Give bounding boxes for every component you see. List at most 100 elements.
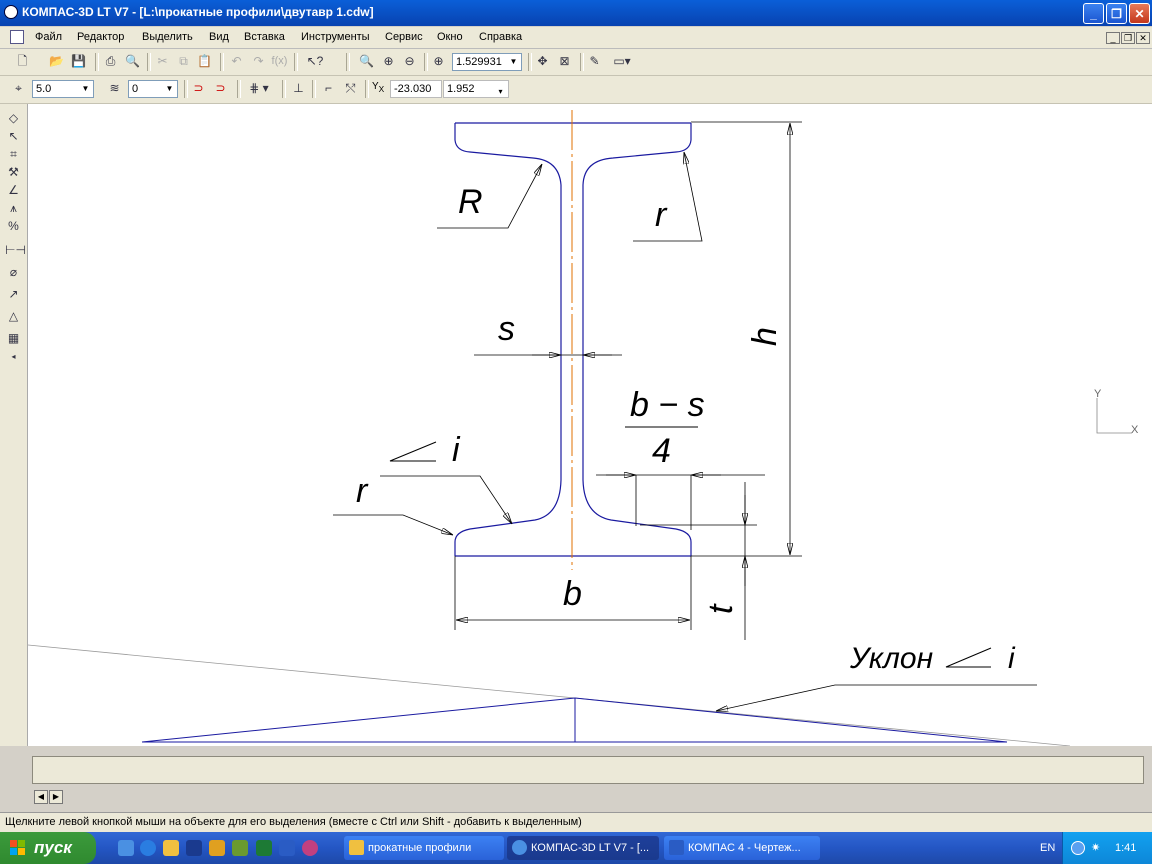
mdi-close-button[interactable]: ✕ bbox=[1136, 32, 1150, 44]
tray-app-icon[interactable]: ✷ bbox=[1091, 841, 1107, 855]
menu-help[interactable]: Справка bbox=[479, 31, 522, 43]
quicklaunch-ie-icon[interactable] bbox=[140, 840, 156, 856]
local-cs-icon[interactable]: ⊥ bbox=[290, 80, 307, 97]
axis-icon bbox=[1096, 398, 1132, 434]
edit-icon[interactable]: ⚒ bbox=[5, 164, 22, 181]
zoom-out-icon[interactable]: ⊖ bbox=[401, 53, 418, 70]
task-folder[interactable]: прокатные профили bbox=[344, 836, 504, 860]
menu-editor[interactable]: Редактор bbox=[77, 31, 124, 43]
dimensions-icon[interactable]: ⌗ bbox=[5, 146, 22, 163]
scroll-left-icon[interactable]: ◂ bbox=[5, 348, 22, 365]
menu-tools[interactable]: Инструменты bbox=[301, 31, 370, 43]
properties-icon[interactable]: ✎ bbox=[586, 53, 603, 70]
local-snap-icon[interactable]: ⊃ bbox=[212, 80, 229, 97]
task-kompas[interactable]: КОМПАС-3D LT V7 - [... bbox=[507, 836, 659, 860]
menu-service[interactable]: Сервис bbox=[385, 31, 423, 43]
task-word[interactable]: КОМПАС 4 - Чертеж... bbox=[664, 836, 820, 860]
select-icon[interactable]: ↖ bbox=[5, 128, 22, 145]
r-bottom-leader bbox=[333, 514, 453, 535]
layer-icon[interactable]: ≋ bbox=[106, 80, 123, 97]
zoom-window-icon[interactable]: 🔍 bbox=[358, 53, 375, 70]
help-pointer-icon[interactable]: ↖? bbox=[302, 53, 328, 70]
quicklaunch-word-icon[interactable] bbox=[279, 840, 295, 856]
mdi-restore-button[interactable]: ❐ bbox=[1121, 32, 1135, 44]
copy-icon[interactable]: ⧉ bbox=[175, 53, 192, 70]
new-file-icon[interactable]: 🗋 bbox=[14, 53, 31, 70]
linear-dimension-icon[interactable]: ⊢⊣ bbox=[5, 242, 26, 259]
radial-dimension-icon[interactable]: ↗ bbox=[5, 286, 22, 303]
arrow-right-icon[interactable]: ▶ bbox=[49, 790, 63, 804]
quicklaunch-app-icon[interactable] bbox=[186, 840, 202, 856]
axis-y-label: Y bbox=[1094, 388, 1102, 400]
layer-combo[interactable]: 0 ▼ bbox=[128, 80, 178, 98]
coord-y-value: 1.952 bbox=[447, 83, 475, 95]
arrow-left-icon[interactable]: ◀ bbox=[34, 790, 48, 804]
word-icon bbox=[669, 840, 684, 855]
minimize-button[interactable]: _ bbox=[1083, 3, 1104, 24]
cursor-step-combo[interactable]: 5.0 ▼ bbox=[32, 80, 94, 98]
coord-x-field[interactable]: -23.030 bbox=[390, 80, 442, 98]
zoom-scale-icon[interactable]: ⊕ bbox=[430, 53, 447, 70]
zoom-scale-combo[interactable]: 1.529931 ▼ bbox=[452, 53, 522, 71]
menu-insert[interactable]: Вставка bbox=[244, 31, 285, 43]
start-button[interactable]: пуск bbox=[0, 832, 96, 864]
coord-y-field[interactable]: 1.952 ▾ bbox=[443, 80, 509, 98]
drawing-canvas[interactable]: R r s h b − s 4 i r b t Уклон i Y X bbox=[28, 104, 1152, 746]
grid-icon[interactable]: ⋕ ▾ bbox=[244, 80, 274, 97]
parametrization-icon[interactable]: ∠ bbox=[5, 182, 22, 199]
folder-icon bbox=[349, 840, 364, 855]
angular-dimension-icon[interactable]: △ bbox=[5, 308, 22, 325]
compact-toolbar: ◇ ↖ ⌗ ⚒ ∠ ⩚ % ⊢⊣ ⌀ ↗ △ ▦ ◂ bbox=[0, 104, 28, 746]
chevron-down-icon[interactable]: ▼ bbox=[507, 55, 520, 69]
mdi-minimize-button[interactable]: _ bbox=[1106, 32, 1120, 44]
toolbar-separator bbox=[528, 53, 532, 71]
diameter-dimension-icon[interactable]: ⌀ bbox=[5, 264, 22, 281]
property-panel: ◀ ▶ bbox=[0, 746, 1152, 812]
rough-icon[interactable]: ▦ bbox=[5, 330, 22, 347]
open-file-icon[interactable]: 📂 bbox=[48, 53, 65, 70]
tray-expand-icon[interactable] bbox=[1071, 841, 1085, 855]
print-preview-icon[interactable]: 🔍 bbox=[124, 53, 141, 70]
menu-view[interactable]: Вид bbox=[209, 31, 229, 43]
document-icon[interactable] bbox=[10, 30, 24, 44]
manager-icon[interactable]: ▭▾ bbox=[608, 53, 636, 70]
menu-file[interactable]: Файл bbox=[35, 31, 62, 43]
print-icon[interactable]: ⎙ bbox=[102, 53, 119, 70]
kompas-app-icon[interactable] bbox=[4, 5, 18, 19]
save-icon[interactable]: 💾 bbox=[70, 53, 87, 70]
quicklaunch-kompas-icon[interactable] bbox=[118, 840, 134, 856]
cursor-step-icon[interactable]: ⌖ bbox=[10, 80, 27, 97]
round-coords-icon[interactable]: ⤲ bbox=[342, 80, 359, 97]
ortho-icon[interactable]: ⌐ bbox=[320, 80, 337, 97]
snap-magnet-icon[interactable]: ⊃ bbox=[190, 80, 207, 97]
system-tray: ✷ 1:41 bbox=[1062, 832, 1152, 864]
quicklaunch-excel-icon[interactable] bbox=[256, 840, 272, 856]
chevron-down-icon[interactable]: ▾ bbox=[494, 85, 507, 99]
quicklaunch-tool-icon[interactable] bbox=[232, 840, 248, 856]
spec-icon[interactable]: % bbox=[5, 218, 22, 235]
quicklaunch-media-icon[interactable] bbox=[209, 840, 225, 856]
measure-icon[interactable]: ⩚ bbox=[5, 200, 22, 217]
chevron-down-icon[interactable]: ▼ bbox=[79, 82, 92, 96]
close-button[interactable]: ✕ bbox=[1129, 3, 1150, 24]
menu-select[interactable]: Выделить bbox=[142, 31, 193, 43]
geometry-icon[interactable]: ◇ bbox=[5, 110, 22, 127]
show-all-icon[interactable]: ⊠ bbox=[556, 53, 573, 70]
cut-icon[interactable]: ✂ bbox=[154, 53, 171, 70]
quicklaunch-player-icon[interactable] bbox=[302, 840, 318, 856]
paste-icon[interactable]: 📋 bbox=[196, 53, 213, 70]
restore-button[interactable]: ❐ bbox=[1106, 3, 1127, 24]
zoom-in-icon[interactable]: ⊕ bbox=[380, 53, 397, 70]
language-indicator[interactable]: EN bbox=[1040, 842, 1055, 854]
property-box[interactable] bbox=[32, 756, 1144, 784]
function-icon[interactable]: f(x) bbox=[271, 53, 288, 70]
pan-icon[interactable]: ✥ bbox=[534, 53, 551, 70]
menu-window[interactable]: Окно bbox=[437, 31, 463, 43]
redo-icon[interactable]: ↷ bbox=[250, 53, 267, 70]
chevron-down-icon[interactable]: ▼ bbox=[163, 82, 176, 96]
toolbar-separator bbox=[424, 53, 428, 71]
quicklaunch-folder-icon[interactable] bbox=[163, 840, 179, 856]
label-r-top: r bbox=[655, 196, 668, 234]
undo-icon[interactable]: ↶ bbox=[228, 53, 245, 70]
label-r-bottom: r bbox=[356, 472, 369, 510]
